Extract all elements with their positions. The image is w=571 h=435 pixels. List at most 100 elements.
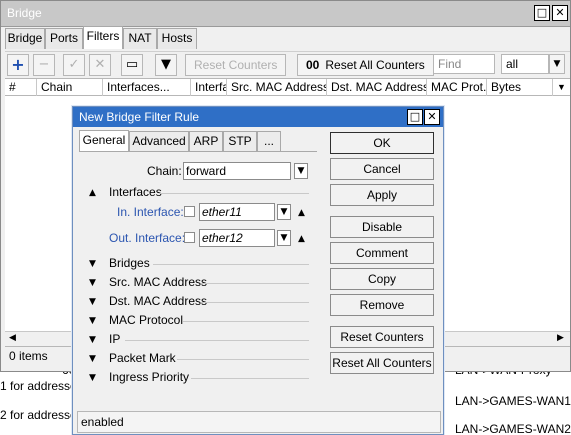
- scroll-left-icon[interactable]: ◀: [9, 333, 16, 343]
- comment-icon[interactable]: ▭: [121, 54, 143, 76]
- dialog-close-icon[interactable]: ✕: [424, 109, 440, 125]
- scope-dropdown-icon[interactable]: ▼: [549, 54, 565, 74]
- chain-dropdown-icon[interactable]: ▼: [294, 163, 308, 179]
- background-row-left: 1 for addresses: [0, 379, 83, 393]
- dialog-title: New Bridge Filter Rule: [79, 110, 200, 124]
- scope-select[interactable]: all: [501, 54, 549, 74]
- tab-hosts[interactable]: Hosts: [157, 28, 197, 49]
- section-divider: [191, 378, 309, 379]
- dialog-status-bar: enabled: [77, 411, 441, 433]
- expand-icon[interactable]: ▼: [89, 278, 96, 288]
- col-src-mac[interactable]: Src. MAC Address...: [227, 79, 327, 96]
- section-divider: [125, 340, 309, 341]
- bridge-titlebar: Bridge □ ✕: [1, 1, 570, 27]
- remove-icon[interactable]: −: [33, 54, 55, 76]
- tab-ports[interactable]: Ports: [45, 28, 83, 49]
- expand-icon[interactable]: ▼: [89, 259, 96, 269]
- dialog-maximize-icon[interactable]: □: [407, 109, 423, 125]
- background-row-right: LAN->GAMES-WAN2: [455, 422, 571, 435]
- new-filter-rule-dialog: New Bridge Filter Rule □ ✕ General Advan…: [72, 106, 444, 435]
- reset-all-counters-icon: 00: [306, 58, 320, 72]
- toolbar: + − ✓ ✕ ▭ ▼ Reset Counters 00 Reset All C…: [5, 51, 570, 77]
- in-interface-input[interactable]: ether11: [199, 203, 275, 221]
- tab-stp[interactable]: STP: [223, 131, 257, 151]
- dst-mac-section[interactable]: Dst. MAC Address: [109, 294, 207, 308]
- col-mac-protocol[interactable]: MAC Prot...: [427, 79, 487, 96]
- chain-label: Chain:: [147, 164, 182, 178]
- col-out-interface[interactable]: Interfaces...: [191, 79, 227, 96]
- expand-icon[interactable]: ▼: [89, 316, 96, 326]
- tab-more[interactable]: ...: [257, 131, 281, 151]
- in-interface-remove-icon[interactable]: ▲: [298, 208, 305, 218]
- filter-icon[interactable]: ▼: [155, 54, 177, 76]
- in-interface-label: In. Interface:: [117, 205, 184, 219]
- disable-icon[interactable]: ✕: [89, 54, 111, 76]
- section-divider: [201, 283, 309, 284]
- bridge-title: Bridge: [7, 6, 42, 20]
- disable-button[interactable]: Disable: [330, 216, 434, 238]
- out-interface-label: Out. Interface:: [109, 231, 186, 245]
- section-divider: [153, 264, 309, 265]
- out-interface-dropdown-icon[interactable]: ▼: [277, 230, 291, 246]
- out-interface-remove-icon[interactable]: ▲: [298, 234, 305, 244]
- reset-counters-button[interactable]: Reset Counters: [185, 54, 287, 76]
- out-interface-negate-checkbox[interactable]: [184, 232, 195, 243]
- tab-arp[interactable]: ARP: [189, 131, 223, 151]
- expand-icon[interactable]: ▼: [89, 354, 96, 364]
- in-interface-negate-checkbox[interactable]: [184, 206, 195, 217]
- section-divider: [201, 302, 309, 303]
- ip-section[interactable]: IP: [109, 332, 120, 346]
- enable-icon[interactable]: ✓: [63, 54, 85, 76]
- interfaces-section[interactable]: Interfaces: [109, 185, 162, 199]
- reset-counters-dialog-button[interactable]: Reset Counters: [330, 326, 434, 348]
- col-chain[interactable]: Chain: [37, 79, 103, 96]
- copy-button[interactable]: Copy: [330, 268, 434, 290]
- col-number[interactable]: #: [5, 79, 37, 96]
- table-header: # Chain Interfaces... Interfaces... Src.…: [5, 78, 570, 96]
- expand-icon[interactable]: ▼: [89, 297, 96, 307]
- background-row-right: LAN->GAMES-WAN1: [455, 394, 571, 408]
- item-count: 0 items: [9, 349, 48, 363]
- ingress-priority-section[interactable]: Ingress Priority: [109, 370, 189, 384]
- remove-button[interactable]: Remove: [330, 294, 434, 316]
- section-divider: [159, 193, 309, 194]
- add-icon[interactable]: +: [7, 54, 29, 76]
- close-icon[interactable]: ✕: [552, 5, 568, 21]
- chain-input[interactable]: forward: [183, 162, 291, 180]
- columns-dropdown-icon[interactable]: ▼: [553, 79, 570, 96]
- reset-all-counters-dialog-button[interactable]: Reset All Counters: [330, 352, 434, 374]
- tab-bridge[interactable]: Bridge: [5, 28, 45, 49]
- reset-counters-label: Reset Counters: [194, 58, 278, 72]
- cancel-button[interactable]: Cancel: [330, 158, 434, 180]
- tab-nat[interactable]: NAT: [123, 28, 157, 49]
- maximize-icon[interactable]: □: [534, 5, 550, 21]
- col-dst-mac[interactable]: Dst. MAC Address...: [327, 79, 427, 96]
- ok-button[interactable]: OK: [330, 132, 434, 154]
- collapse-icon[interactable]: ▲: [89, 188, 96, 198]
- packet-mark-section[interactable]: Packet Mark: [109, 351, 176, 365]
- section-divider: [177, 359, 309, 360]
- dialog-titlebar: New Bridge Filter Rule □ ✕: [73, 107, 443, 127]
- scroll-right-icon[interactable]: ▶: [557, 333, 564, 343]
- in-interface-dropdown-icon[interactable]: ▼: [277, 204, 291, 220]
- general-panel: Chain: forward ▼ ▲ Interfaces In. Interf…: [79, 151, 317, 411]
- reset-all-counters-label: Reset All Counters: [325, 58, 425, 72]
- col-in-interface[interactable]: Interfaces...: [103, 79, 191, 96]
- src-mac-section[interactable]: Src. MAC Address: [109, 275, 207, 289]
- out-interface-input[interactable]: ether12: [199, 229, 275, 247]
- bridges-section[interactable]: Bridges: [109, 256, 150, 270]
- reset-all-counters-button[interactable]: 00 Reset All Counters: [297, 54, 434, 76]
- tab-filters[interactable]: Filters: [83, 26, 123, 49]
- col-bytes[interactable]: Bytes: [487, 79, 553, 96]
- section-divider: [183, 321, 309, 322]
- expand-icon[interactable]: ▼: [89, 335, 96, 345]
- tab-general[interactable]: General: [79, 130, 129, 152]
- rule-status: enabled: [81, 415, 124, 429]
- tab-advanced[interactable]: Advanced: [129, 131, 189, 151]
- background-row-left: 2 for addresses: [0, 408, 83, 422]
- find-input[interactable]: Find: [433, 54, 495, 74]
- comment-button[interactable]: Comment: [330, 242, 434, 264]
- apply-button[interactable]: Apply: [330, 184, 434, 206]
- expand-icon[interactable]: ▼: [89, 373, 96, 383]
- mac-protocol-section[interactable]: MAC Protocol: [109, 313, 183, 327]
